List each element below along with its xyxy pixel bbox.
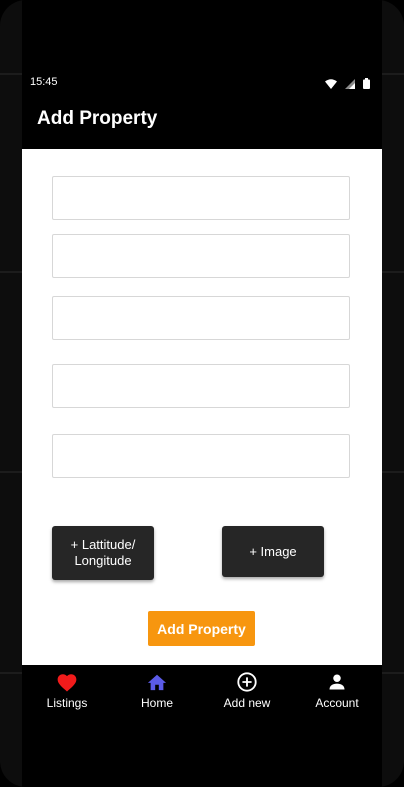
home-icon	[146, 671, 168, 693]
signal-icon	[345, 76, 355, 94]
phone-screen: 15:45 Add Property + Lattitude/ Longitud…	[22, 0, 382, 787]
property-field-2[interactable]	[52, 234, 350, 278]
nav-item-home[interactable]: Home	[112, 665, 202, 721]
add-property-label: Add Property	[157, 620, 246, 637]
lat-long-label-line1: + Lattitude/	[70, 537, 136, 552]
battery-icon	[363, 76, 370, 94]
add-property-button[interactable]: Add Property	[148, 611, 255, 646]
status-bar: 15:45	[22, 72, 382, 94]
property-field-3[interactable]	[52, 296, 350, 340]
app-bar: Add Property	[22, 96, 382, 149]
nav-item-add-new[interactable]: Add new	[202, 665, 292, 721]
person-icon	[326, 671, 348, 693]
status-icons	[325, 76, 370, 94]
lat-long-label-line2: Longitude	[74, 553, 132, 568]
nav-label-account: Account	[315, 696, 359, 710]
device-frame: 15:45 Add Property + Lattitude/ Longitud…	[0, 0, 404, 787]
add-circle-icon	[236, 671, 258, 693]
wifi-icon	[325, 76, 337, 94]
heart-icon	[56, 671, 78, 693]
add-lat-long-button[interactable]: + Lattitude/ Longitude	[52, 526, 154, 580]
add-property-form: + Lattitude/ Longitude + Image Add Prope…	[22, 149, 382, 665]
page-title: Add Property	[37, 108, 158, 129]
nav-label-listings: Listings	[46, 696, 88, 710]
add-image-button[interactable]: + Image	[222, 526, 324, 577]
property-field-4[interactable]	[52, 364, 350, 408]
status-time: 15:45	[30, 76, 58, 88]
bottom-nav: Listings Home Add new Account	[22, 665, 382, 721]
nav-label-home: Home	[140, 696, 173, 710]
add-image-label: + Image	[249, 543, 297, 559]
property-field-1[interactable]	[52, 176, 350, 220]
nav-item-listings[interactable]: Listings	[22, 665, 112, 721]
property-field-5[interactable]	[52, 434, 350, 478]
nav-item-account[interactable]: Account	[292, 665, 382, 721]
nav-label-add-new: Add new	[223, 696, 271, 710]
